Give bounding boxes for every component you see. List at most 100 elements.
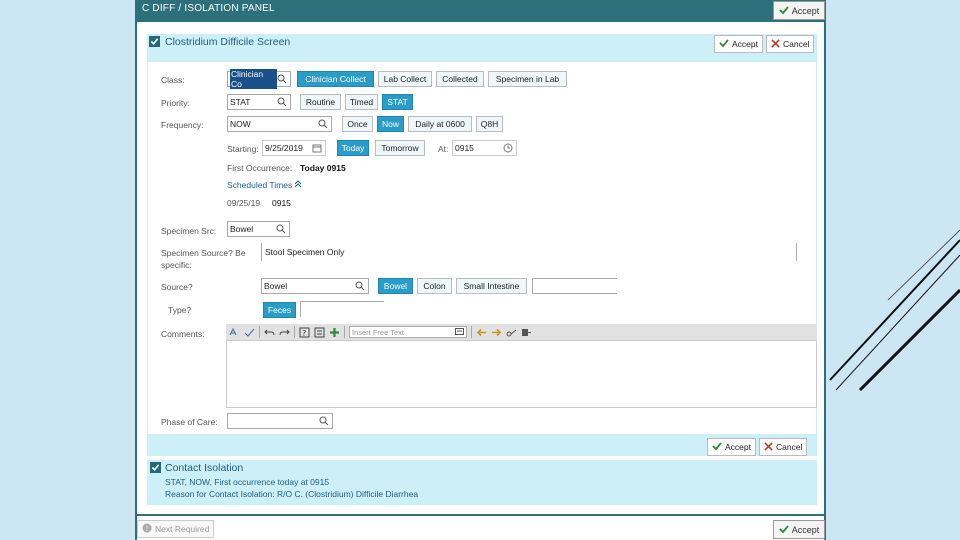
- specimen-src-label: Specimen Src:: [161, 226, 217, 236]
- cdiff-bottom-cancel-button[interactable]: Cancel: [759, 438, 808, 456]
- cdiff-header-title: Clostridium Difficile Screen: [165, 36, 291, 48]
- top-accept-button[interactable]: Accept: [773, 1, 825, 20]
- insert-icon[interactable]: [521, 327, 532, 338]
- clock-icon[interactable]: [503, 143, 513, 153]
- search-icon: [318, 119, 328, 129]
- frequency-value: NOW: [230, 119, 251, 129]
- class-option-clinician-collect[interactable]: Clinician Collect: [297, 71, 374, 87]
- cdiff-cancel-label: Cancel: [783, 39, 810, 49]
- cdiff-accept-button[interactable]: Accept: [714, 35, 763, 53]
- cdiff-checkbox[interactable]: [149, 36, 160, 47]
- spellcheck-icon[interactable]: [229, 327, 240, 338]
- cdiff-bottom-accept-label: Accept: [725, 442, 751, 452]
- frequency-label: Frequency:: [161, 120, 204, 130]
- cdiff-bottom-cancel-label: Cancel: [776, 442, 803, 452]
- priority-option-routine[interactable]: Routine: [300, 94, 341, 110]
- source-option-colon[interactable]: Colon: [417, 278, 452, 294]
- frequency-option-now[interactable]: Now: [377, 116, 404, 132]
- scheduled-date: 09/25/19: [227, 198, 261, 208]
- dropdown-icon: [455, 327, 464, 338]
- starting-option-tomorrow[interactable]: Tomorrow: [375, 140, 425, 156]
- svg-text:!: !: [146, 525, 149, 533]
- calendar-icon[interactable]: [312, 143, 322, 153]
- specimen-src-input[interactable]: Bowel: [227, 221, 290, 237]
- link-icon[interactable]: [506, 327, 517, 338]
- at-time-value: 0915: [455, 143, 474, 153]
- source-other-input[interactable]: [532, 278, 617, 294]
- starting-date-value: 9/25/2019: [265, 143, 303, 153]
- type-label: Type?: [168, 305, 192, 315]
- specimen-source-label-line2: specific:: [161, 260, 192, 270]
- search-icon: [277, 74, 287, 84]
- class-input[interactable]: Clinician Co: [227, 69, 291, 89]
- add-icon[interactable]: [329, 327, 340, 338]
- search-icon: [276, 224, 286, 234]
- contact-isolation-summary-2: Reason for Contact Isolation: R/O C. (Cl…: [165, 489, 419, 499]
- frequency-option-once[interactable]: Once: [342, 116, 373, 132]
- abc-check-icon[interactable]: [244, 327, 255, 338]
- cdiff-bottom-accept-button[interactable]: Accept: [707, 438, 756, 456]
- next-required-label: Next Required: [155, 524, 210, 534]
- at-time-input[interactable]: 0915: [452, 140, 517, 156]
- class-option-collected[interactable]: Collected: [436, 71, 484, 87]
- specimen-source-input[interactable]: Stool Specimen Only: [261, 243, 797, 261]
- specimen-source-label-line1: Specimen Source? Be: [161, 248, 246, 258]
- contact-isolation-title: Contact Isolation: [165, 462, 244, 474]
- scheduled-times-toggle[interactable]: Scheduled Times: [227, 180, 302, 190]
- bottom-accept-button[interactable]: Accept: [773, 520, 825, 539]
- class-label: Class:: [161, 75, 185, 85]
- type-option-feces[interactable]: Feces: [263, 302, 296, 318]
- comments-textarea[interactable]: [226, 340, 817, 408]
- comments-toolbar: ? Insert Free Text: [226, 324, 817, 340]
- starting-label: Starting:: [227, 144, 259, 154]
- source-option-small-intestine[interactable]: Small Intestine: [456, 278, 527, 294]
- frequency-option-daily-0600[interactable]: Daily at 0600: [408, 116, 472, 132]
- search-icon: [319, 416, 329, 426]
- search-icon: [277, 97, 287, 107]
- template-icon[interactable]: [314, 327, 325, 338]
- starting-date-input[interactable]: 9/25/2019: [262, 140, 326, 156]
- bottom-accept-label: Accept: [791, 524, 820, 535]
- toolbar-separator: [259, 326, 260, 338]
- help-icon[interactable]: ?: [299, 327, 310, 338]
- decorative-lines: [829, 229, 960, 392]
- search-icon: [355, 281, 365, 291]
- contact-isolation-checkbox[interactable]: [150, 462, 161, 473]
- scheduled-times-label: Scheduled Times: [227, 180, 293, 190]
- x-icon: [771, 38, 780, 50]
- contact-isolation-summary-1: STAT, NOW, First occurrence today at 091…: [165, 477, 330, 487]
- priority-input[interactable]: STAT: [227, 94, 291, 110]
- chevron-up-double-icon: [294, 180, 302, 190]
- starting-option-today[interactable]: Today: [337, 140, 369, 156]
- top-accept-label: Accept: [791, 5, 820, 16]
- arrow-right-icon[interactable]: [491, 327, 502, 338]
- source-input[interactable]: Bowel: [261, 278, 369, 294]
- panel-footer: [137, 516, 824, 540]
- phase-of-care-label: Phase of Care:: [161, 417, 218, 427]
- phase-of-care-input[interactable]: [227, 413, 333, 429]
- first-occurrence-label: First Occurrence:: [227, 163, 293, 173]
- insert-free-text-input[interactable]: Insert Free Text: [349, 326, 467, 338]
- toolbar-separator: [471, 326, 472, 338]
- check-icon: [779, 524, 789, 536]
- redo-icon[interactable]: [279, 327, 290, 338]
- check-icon: [779, 5, 789, 17]
- frequency-option-q8h[interactable]: Q8H: [476, 116, 503, 132]
- check-icon: [712, 441, 722, 453]
- undo-icon[interactable]: [264, 327, 275, 338]
- source-value: Bowel: [264, 281, 288, 291]
- cdiff-cancel-button[interactable]: Cancel: [766, 35, 815, 53]
- svg-text:?: ?: [302, 329, 306, 338]
- class-value: Clinician Co: [230, 69, 277, 89]
- cdiff-accept-label: Accept: [732, 39, 758, 49]
- source-label: Source?: [161, 282, 193, 292]
- class-option-lab-collect[interactable]: Lab Collect: [378, 71, 432, 87]
- class-option-specimen-in-lab[interactable]: Specimen in Lab: [488, 71, 567, 87]
- frequency-input[interactable]: NOW: [227, 116, 332, 132]
- priority-option-timed[interactable]: Timed: [345, 94, 378, 110]
- source-option-bowel[interactable]: Bowel: [378, 278, 413, 294]
- next-required-button[interactable]: ! Next Required: [137, 520, 215, 538]
- priority-option-stat[interactable]: STAT: [382, 94, 413, 110]
- arrow-left-icon[interactable]: [476, 327, 487, 338]
- type-other-input[interactable]: [300, 301, 384, 317]
